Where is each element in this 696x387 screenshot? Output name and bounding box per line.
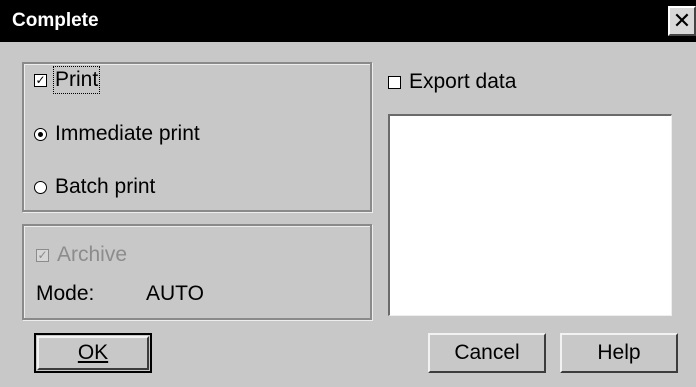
checkbox-unchecked-icon (388, 75, 401, 89)
export-list[interactable] (388, 114, 672, 316)
export-data-checkbox[interactable]: Export data (388, 70, 516, 94)
radio-unselected-icon (34, 180, 47, 194)
checkbox-checked-icon: ✓ (34, 73, 47, 87)
close-button[interactable]: ✕ (668, 6, 696, 36)
print-checkbox[interactable]: ✓ Print (34, 66, 101, 94)
mode-value: AUTO (146, 282, 204, 305)
close-icon: ✕ (672, 8, 692, 33)
cancel-button-label: Cancel (454, 341, 520, 364)
immediate-print-label: Immediate print (55, 122, 200, 145)
radio-selected-icon (34, 127, 47, 141)
archive-checkbox-label: Archive (57, 243, 128, 266)
title-bar: Complete ✕ (0, 0, 696, 42)
batch-print-radio[interactable]: Batch print (34, 175, 155, 199)
archive-checkbox: ✓ Archive (36, 243, 127, 267)
export-data-label: Export data (409, 70, 517, 93)
help-button-label: Help (597, 341, 641, 364)
mode-label: Mode: (36, 282, 95, 305)
checkbox-checked-disabled-icon: ✓ (36, 248, 49, 262)
immediate-print-radio[interactable]: Immediate print (34, 122, 200, 146)
ok-button[interactable]: OK (34, 333, 152, 373)
print-checkbox-label: Print (52, 66, 101, 94)
help-button[interactable]: Help (560, 333, 678, 373)
ok-button-label: OK (77, 341, 109, 364)
cancel-button[interactable]: Cancel (428, 333, 546, 373)
window-title: Complete (12, 10, 99, 31)
batch-print-label: Batch print (55, 175, 156, 198)
